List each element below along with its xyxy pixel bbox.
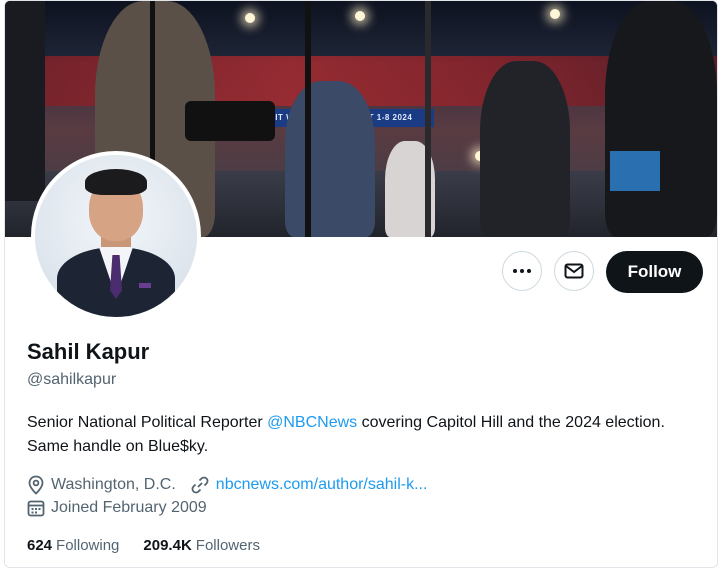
follow-button[interactable]: Follow [606, 251, 703, 293]
envelope-icon [564, 263, 584, 279]
website-item[interactable]: nbcnews.com/author/sahil-k... [190, 475, 428, 495]
following-label: Following [56, 537, 120, 554]
location-item: Washington, D.C. [27, 475, 176, 495]
bio-text: Senior National Political Reporter [27, 414, 268, 431]
calendar-icon [27, 499, 45, 517]
profile-bio: Senior National Political Reporter @NBCN… [27, 411, 697, 459]
following-count: 624 [27, 537, 53, 554]
profile-name: Sahil Kapur [27, 339, 150, 364]
following-stat[interactable]: 624 Following [27, 537, 119, 554]
more-options-button[interactable] [502, 251, 542, 291]
followers-count: 209.4K [143, 537, 192, 554]
link-icon [190, 475, 210, 495]
followers-label: Followers [195, 537, 260, 554]
website-link[interactable]: nbcnews.com/author/sahil-k... [216, 476, 428, 494]
followers-stat[interactable]: 209.4K Followers [143, 537, 260, 554]
joined-text: Joined February 2009 [51, 499, 207, 516]
profile-handle: @sahilkapur [27, 371, 117, 388]
location-text: Washington, D.C. [51, 476, 176, 493]
profile-avatar[interactable] [31, 151, 201, 321]
message-button[interactable] [554, 251, 594, 291]
joined-item: Joined February 2009 [27, 499, 207, 517]
location-pin-icon [27, 475, 45, 495]
profile-card: AIT W TEST VL OR TEXT 1-8 2024 [4, 0, 718, 568]
more-horizontal-icon [513, 269, 531, 273]
bio-mention-link[interactable]: @NBCNews [267, 414, 357, 431]
